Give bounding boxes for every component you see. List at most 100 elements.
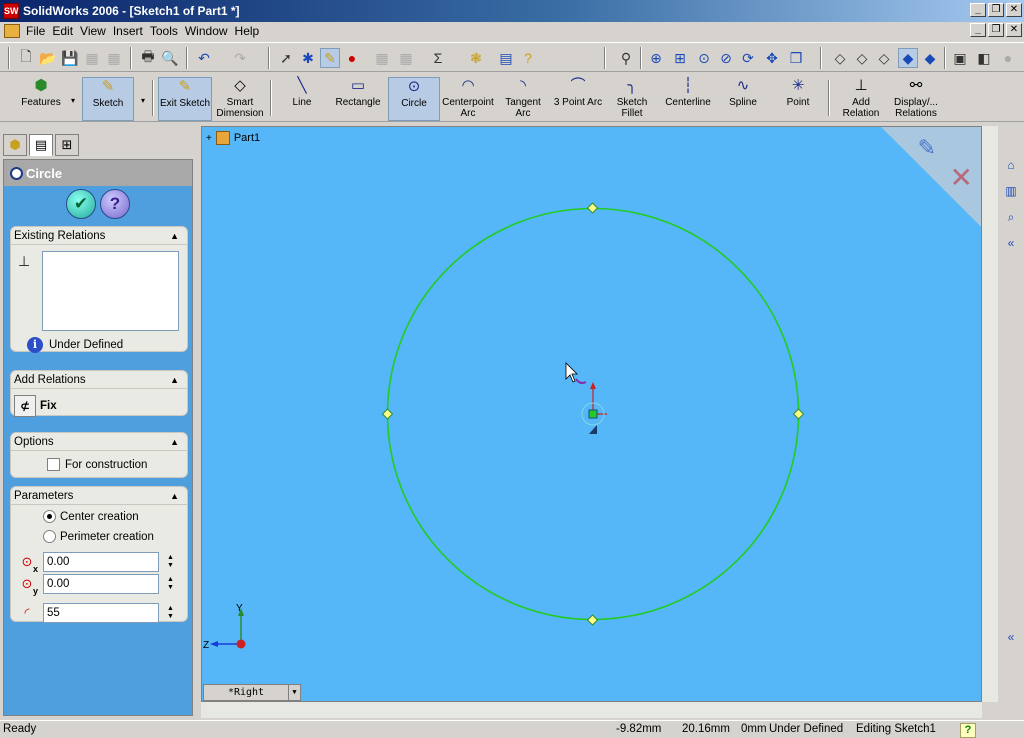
view-orientation-icon[interactable]: ❒ (786, 48, 806, 68)
view-settings-icon[interactable]: ◧ (974, 48, 994, 68)
zoom-selection-icon[interactable]: ⊘ (716, 48, 736, 68)
select-arrow-icon[interactable]: ➚ (276, 48, 296, 68)
menu-view[interactable]: View (80, 24, 113, 38)
sketch-canvas[interactable]: Y Z (202, 127, 983, 703)
center-y-input[interactable] (43, 574, 159, 594)
pan-icon[interactable]: ✥ (762, 48, 782, 68)
print-preview-icon[interactable]: 🔍 (160, 48, 180, 68)
three-point-arc-button[interactable]: ⌒ 3 Point Arc (550, 77, 606, 121)
zoom-to-area-icon[interactable]: ⊞ (670, 48, 690, 68)
sketch-tab[interactable]: ✎ Sketch (82, 77, 134, 121)
view-dropdown-icon[interactable]: ▼ (288, 685, 300, 700)
sketch-icon: ✎ (101, 78, 115, 95)
collapse-pane-icon[interactable]: « (1002, 234, 1020, 252)
exit-sketch-corner-icon[interactable]: ✎ (918, 135, 936, 161)
horizontal-scrollbar[interactable] (201, 702, 982, 718)
equations-icon[interactable]: Σ (428, 48, 448, 68)
view-tab[interactable]: *Right ▼ (203, 684, 301, 701)
tangent-arc-button[interactable]: ◝ Tangent Arc (498, 77, 548, 121)
quick-tips-help-icon[interactable]: ? (960, 723, 976, 738)
vertical-scrollbar[interactable] (982, 126, 998, 702)
print-preview-disabled-icon: ▦ (85, 49, 99, 66)
status-text: Ready (3, 723, 37, 735)
graphics-area[interactable]: + Part1 Y Z ✎ ✕ *Right ▼ (201, 126, 982, 702)
feature-statistics-icon[interactable]: ❃ (466, 48, 486, 68)
menu-file[interactable]: File (26, 24, 52, 38)
perimeter-creation-radio[interactable] (43, 530, 56, 543)
open-folder-icon[interactable]: 📂 (38, 48, 58, 68)
hidden-lines-visible-icon[interactable]: ◇ (852, 48, 872, 68)
menu-edit[interactable]: Edit (52, 24, 80, 38)
point-button[interactable]: ✳ Point (778, 77, 818, 121)
center-creation-radio[interactable] (43, 510, 56, 523)
select-other-icon[interactable]: ✱ (298, 48, 318, 68)
doc-restore-button[interactable]: ❐ (988, 23, 1004, 37)
for-construction-checkbox[interactable] (47, 458, 60, 471)
propertymanager-icon: ▤ (34, 137, 48, 152)
filter-icon[interactable]: ⚲ (616, 48, 636, 68)
centerline-button[interactable]: ┆ Centerline (662, 77, 714, 121)
configurationmanager-tab[interactable]: ⊞ (55, 134, 79, 156)
radius-spinner[interactable]: ▲ ▼ (167, 605, 174, 621)
center-y-spinner[interactable]: ▲ ▼ (167, 576, 174, 592)
new-document-icon[interactable]: 🗋 (16, 48, 36, 68)
menu-window[interactable]: Window (185, 24, 235, 38)
circle-button[interactable]: ⊙ Circle (388, 77, 440, 121)
restore-button[interactable]: ❐ (988, 3, 1004, 17)
radius-input[interactable] (43, 603, 159, 623)
zoom-to-fit-icon[interactable]: ⊕ (646, 48, 666, 68)
rebuild-traffic-light-icon[interactable]: ● (342, 48, 362, 68)
minimize-button[interactable]: _ (970, 3, 986, 17)
doc-minimize-button[interactable]: _ (970, 23, 986, 37)
featuremanager-tab[interactable]: ⬢ (3, 134, 27, 156)
section-view-icon[interactable]: ▣ (950, 48, 970, 68)
close-button[interactable]: ✕ (1006, 3, 1022, 17)
help-icon[interactable]: ? (518, 48, 538, 68)
file-explorer-icon[interactable]: ⌕ (1002, 208, 1020, 226)
part-document-icon[interactable] (4, 24, 20, 38)
sketch-fillet-button[interactable]: ╮ Sketch Fillet (608, 77, 656, 121)
design-library-icon[interactable]: ▤ (496, 48, 516, 68)
centerpoint-arc-button[interactable]: ◠ Centerpoint Arc (440, 77, 496, 121)
sketch-toggle-icon[interactable]: ✎ (320, 48, 340, 68)
features-tab[interactable]: ⬢ Features (18, 77, 64, 121)
doc-close-button[interactable]: ✕ (1006, 23, 1022, 37)
ok-button[interactable]: ✔ (66, 189, 96, 219)
features-dropdown[interactable]: ▾ (66, 77, 80, 121)
help-button[interactable]: ? (100, 189, 130, 219)
center-x-spinner[interactable]: ▲ ▼ (167, 554, 174, 570)
shaded-with-edges-icon[interactable]: ◆ (898, 48, 918, 68)
sketch-dropdown[interactable]: ▾ (136, 77, 150, 121)
center-x-input[interactable] (43, 552, 159, 572)
add-relations-header[interactable]: Add Relations ▲ (11, 371, 187, 389)
rotate-view-icon[interactable]: ⟳ (738, 48, 758, 68)
undo-icon[interactable]: ↶ (194, 48, 214, 68)
menu-help[interactable]: Help (235, 24, 267, 38)
spline-button[interactable]: ∿ Spline (720, 77, 766, 121)
add-relation-button[interactable]: ⊥ Add Relation (836, 77, 886, 121)
menu-insert[interactable]: Insert (113, 24, 150, 38)
home-icon[interactable]: ⌂ (1002, 156, 1020, 174)
line-button[interactable]: ╲ Line (282, 77, 322, 121)
exit-sketch-button[interactable]: ✎ Exit Sketch (158, 77, 212, 121)
cancel-corner-icon[interactable]: ✕ (950, 161, 973, 194)
fix-relation-button[interactable]: ⊄ (14, 395, 36, 417)
shaded-icon[interactable]: ◆ (920, 48, 940, 68)
zoom-in-out-icon[interactable]: ⊙ (694, 48, 714, 68)
existing-relations-header[interactable]: Existing Relations ▲ (11, 227, 187, 245)
quadrant-point-left (381, 408, 394, 420)
display-relations-button[interactable]: ⚯ Display/... Relations (888, 77, 944, 121)
smart-dimension-button[interactable]: ◇ Smart Dimension (214, 77, 266, 121)
propertymanager-tab[interactable]: ▤ (29, 134, 53, 156)
save-icon[interactable]: 💾 (60, 48, 80, 68)
wireframe-icon[interactable]: ◇ (830, 48, 850, 68)
existing-relations-list[interactable] (42, 251, 179, 331)
print-icon[interactable]: 🖶 (138, 48, 158, 68)
parameters-header[interactable]: Parameters ▲ (11, 487, 187, 505)
hidden-lines-removed-icon[interactable]: ◇ (874, 48, 894, 68)
design-library-icon[interactable]: ▥ (1002, 182, 1020, 200)
expand-pane-icon[interactable]: « (1002, 628, 1020, 646)
rectangle-button[interactable]: ▭ Rectangle (330, 77, 386, 121)
options-header[interactable]: Options ▲ (11, 433, 187, 451)
menu-tools[interactable]: Tools (150, 24, 185, 38)
